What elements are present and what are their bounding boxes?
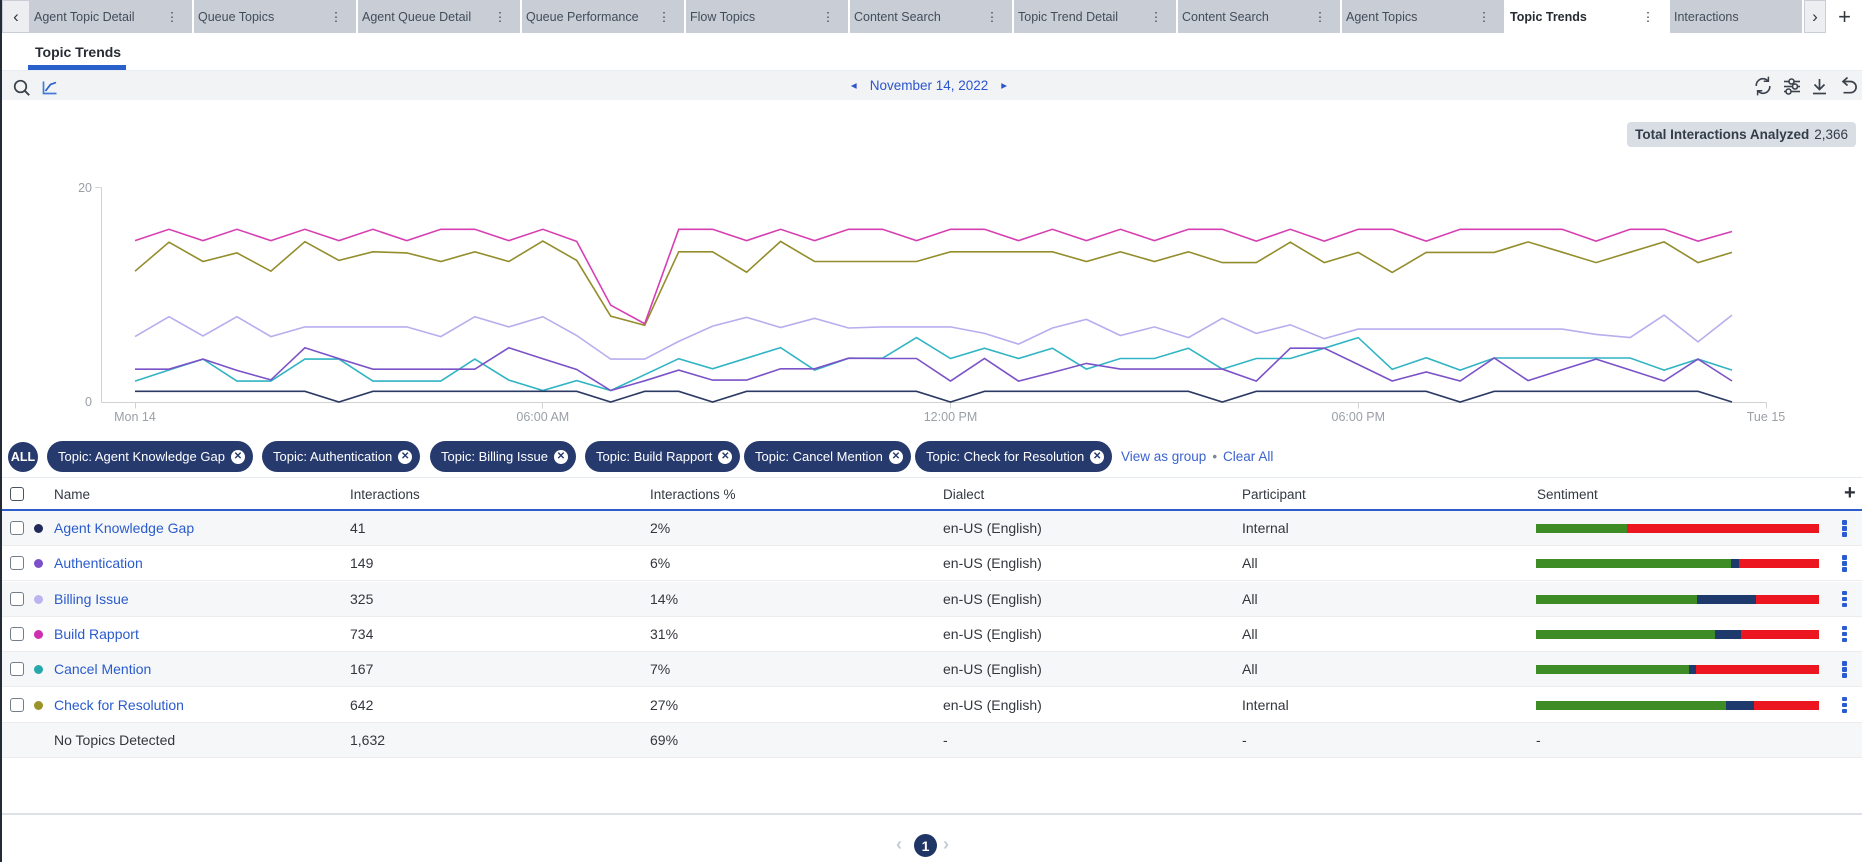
svg-text:Tue 15: Tue 15	[1747, 410, 1786, 424]
svg-text:0: 0	[85, 395, 92, 409]
svg-text:12:00 PM: 12:00 PM	[924, 410, 978, 424]
svg-text:06:00 PM: 06:00 PM	[1332, 410, 1386, 424]
svg-text:20: 20	[78, 181, 92, 195]
svg-text:Mon 14: Mon 14	[114, 410, 156, 424]
svg-text:06:00 AM: 06:00 AM	[516, 410, 569, 424]
